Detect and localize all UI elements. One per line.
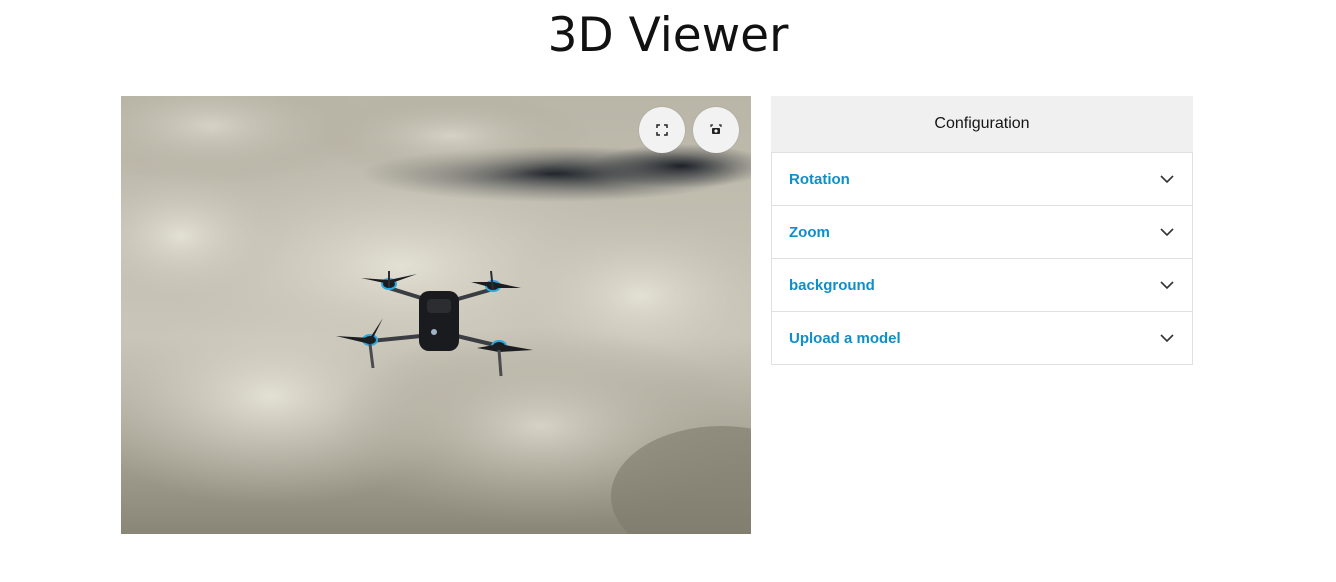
accordion-zoom[interactable]: Zoom: [771, 206, 1193, 259]
chevron-down-icon: [1160, 228, 1174, 237]
accordion-label-zoom: Zoom: [789, 223, 830, 241]
accordion-rotation[interactable]: Rotation: [771, 153, 1193, 206]
drone-scene: [121, 96, 751, 534]
model-viewer-canvas[interactable]: [121, 96, 751, 534]
screenshot-icon: [710, 124, 722, 134]
accordion-label-background: background: [789, 276, 875, 294]
screenshot-button[interactable]: [693, 107, 739, 153]
accordion-label-upload-model: Upload a model: [789, 329, 901, 347]
configuration-header: Configuration: [771, 96, 1193, 153]
accordion-upload-model[interactable]: Upload a model: [771, 312, 1193, 365]
accordion-background[interactable]: background: [771, 259, 1193, 312]
configuration-panel: Configuration Rotation Zoom background U…: [771, 96, 1193, 365]
accordion-label-rotation: Rotation: [789, 170, 850, 188]
chevron-down-icon: [1160, 281, 1174, 290]
chevron-down-icon: [1160, 334, 1174, 343]
fullscreen-icon: [656, 124, 668, 136]
fullscreen-button[interactable]: [639, 107, 685, 153]
page-title: 3D Viewer: [547, 8, 789, 63]
chevron-down-icon: [1160, 175, 1174, 184]
